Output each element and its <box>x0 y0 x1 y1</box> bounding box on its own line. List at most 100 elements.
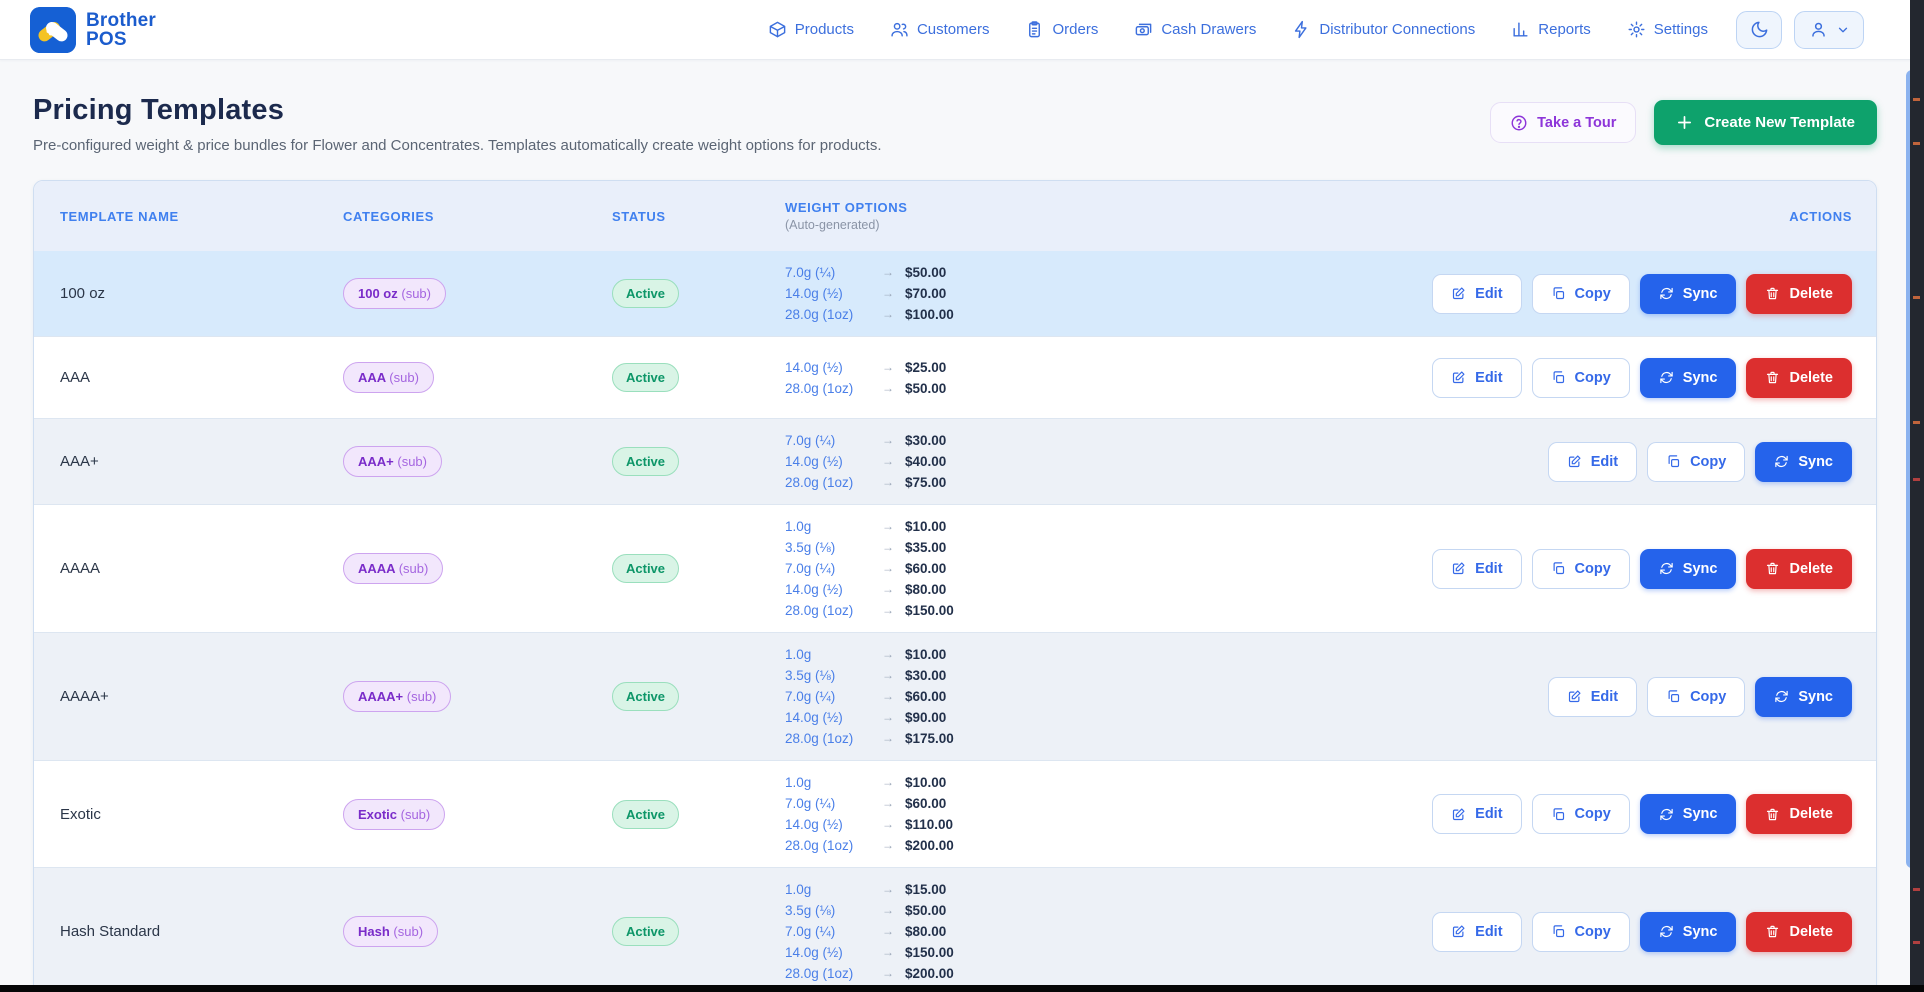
col-header-status: STATUS <box>612 209 785 224</box>
category-badge: AAA+ (sub) <box>343 446 442 477</box>
weight-price: $60.00 <box>905 688 946 705</box>
copy-button[interactable]: Copy <box>1647 677 1745 717</box>
nav-item-distributor-connections[interactable]: Distributor Connections <box>1292 20 1475 39</box>
table-row: AAAAAA (sub)Active14.0g (½)→$25.0028.0g … <box>34 336 1876 418</box>
arrow-icon: → <box>871 432 905 449</box>
table-row: AAAA+AAAA+ (sub)Active1.0g→$10.003.5g (⅛… <box>34 632 1876 760</box>
weight-value: 3.5g (⅛) <box>785 902 871 919</box>
weight-option-row: 28.0g (1oz)→$200.00 <box>785 837 1382 854</box>
copy-button[interactable]: Copy <box>1532 549 1630 589</box>
category-badge: AAAA (sub) <box>343 553 443 584</box>
arrow-icon: → <box>871 667 905 684</box>
weight-option-row: 28.0g (1oz)→$150.00 <box>785 602 1382 619</box>
status-cell: Active <box>612 682 785 711</box>
bar-chart-icon <box>1511 20 1530 39</box>
status-cell: Active <box>612 279 785 308</box>
weight-price: $30.00 <box>905 667 946 684</box>
delete-button[interactable]: Delete <box>1746 912 1852 952</box>
nav-item-customers[interactable]: Customers <box>890 20 990 39</box>
edit-label: Edit <box>1591 689 1618 705</box>
weight-value: 7.0g (¼) <box>785 264 871 281</box>
moon-icon <box>1750 20 1769 39</box>
sync-button[interactable]: Sync <box>1755 442 1852 482</box>
create-new-template-button[interactable]: Create New Template <box>1654 100 1877 145</box>
table-row: 100 oz100 oz (sub)Active7.0g (¼)→$50.001… <box>34 251 1876 336</box>
take-a-tour-button[interactable]: Take a Tour <box>1490 102 1636 143</box>
nav-item-products[interactable]: Products <box>768 20 854 39</box>
edit-button[interactable]: Edit <box>1432 274 1521 314</box>
delete-button[interactable]: Delete <box>1746 358 1852 398</box>
category-badge: Exotic (sub) <box>343 799 445 830</box>
weight-option-row: 28.0g (1oz)→$100.00 <box>785 306 1382 323</box>
sync-button[interactable]: Sync <box>1640 274 1737 314</box>
weight-price: $10.00 <box>905 774 946 791</box>
copy-icon <box>1551 924 1566 939</box>
edit-button[interactable]: Edit <box>1548 442 1637 482</box>
weight-option-row: 7.0g (¼)→$80.00 <box>785 923 1382 940</box>
weight-value: 1.0g <box>785 881 871 898</box>
theme-toggle-button[interactable] <box>1736 11 1782 49</box>
sync-button[interactable]: Sync <box>1640 549 1737 589</box>
weight-price: $10.00 <box>905 518 946 535</box>
table-body: 100 oz100 oz (sub)Active7.0g (¼)→$50.001… <box>34 251 1876 992</box>
weight-option-row: 28.0g (1oz)→$50.00 <box>785 380 1382 397</box>
nav-item-reports[interactable]: Reports <box>1511 20 1591 39</box>
template-name: AAAA <box>60 560 343 577</box>
user-menu-button[interactable] <box>1794 11 1864 49</box>
sync-label: Sync <box>1798 454 1833 470</box>
delete-label: Delete <box>1789 924 1833 940</box>
nav-item-settings[interactable]: Settings <box>1627 20 1708 39</box>
arrow-icon: → <box>871 380 905 397</box>
copy-button[interactable]: Copy <box>1532 794 1630 834</box>
copy-label: Copy <box>1575 561 1611 577</box>
edit-label: Edit <box>1475 370 1502 386</box>
edit-button[interactable]: Edit <box>1548 677 1637 717</box>
copy-icon <box>1551 286 1566 301</box>
nav-links: Products Customers Orders Cash Drawers Distr… <box>768 20 1708 39</box>
copy-button[interactable]: Copy <box>1647 442 1745 482</box>
copy-button[interactable]: Copy <box>1532 358 1630 398</box>
categories-cell: AAAA (sub) <box>343 553 612 584</box>
weight-price: $80.00 <box>905 581 946 598</box>
sync-label: Sync <box>1798 689 1833 705</box>
delete-button[interactable]: Delete <box>1746 549 1852 589</box>
arrow-icon: → <box>871 709 905 726</box>
weight-value: 14.0g (½) <box>785 285 871 302</box>
weight-value: 1.0g <box>785 518 871 535</box>
sync-button[interactable]: Sync <box>1640 358 1737 398</box>
copy-button[interactable]: Copy <box>1532 274 1630 314</box>
nav-item-cash-drawers[interactable]: Cash Drawers <box>1134 20 1256 39</box>
status-badge: Active <box>612 682 679 711</box>
delete-button[interactable]: Delete <box>1746 794 1852 834</box>
brand-name: Brother POS <box>86 11 156 49</box>
nav-item-label: Distributor Connections <box>1319 21 1475 38</box>
copy-button[interactable]: Copy <box>1532 912 1630 952</box>
sync-icon <box>1659 807 1674 822</box>
edit-button[interactable]: Edit <box>1432 794 1521 834</box>
weight-options-cell: 14.0g (½)→$25.0028.0g (1oz)→$50.00 <box>785 359 1382 397</box>
brand[interactable]: Brother POS <box>30 7 156 53</box>
edit-button[interactable]: Edit <box>1432 549 1521 589</box>
sync-label: Sync <box>1683 286 1718 302</box>
status-badge: Active <box>612 554 679 583</box>
trash-icon <box>1765 286 1780 301</box>
delete-button[interactable]: Delete <box>1746 274 1852 314</box>
edit-icon <box>1451 807 1466 822</box>
nav-item-orders[interactable]: Orders <box>1025 20 1098 39</box>
edit-button[interactable]: Edit <box>1432 912 1521 952</box>
edit-button[interactable]: Edit <box>1432 358 1521 398</box>
copy-label: Copy <box>1575 286 1611 302</box>
weight-price: $50.00 <box>905 264 946 281</box>
arrow-icon: → <box>871 646 905 663</box>
sync-button[interactable]: Sync <box>1755 677 1852 717</box>
sync-icon <box>1659 370 1674 385</box>
sync-icon <box>1659 924 1674 939</box>
status-badge: Active <box>612 917 679 946</box>
template-name: AAA <box>60 369 343 386</box>
weight-option-row: 7.0g (¼)→$60.00 <box>785 560 1382 577</box>
nav-item-label: Settings <box>1654 21 1708 38</box>
sync-button[interactable]: Sync <box>1640 912 1737 952</box>
weight-price: $110.00 <box>905 816 953 833</box>
weight-option-row: 1.0g→$10.00 <box>785 774 1382 791</box>
sync-button[interactable]: Sync <box>1640 794 1737 834</box>
